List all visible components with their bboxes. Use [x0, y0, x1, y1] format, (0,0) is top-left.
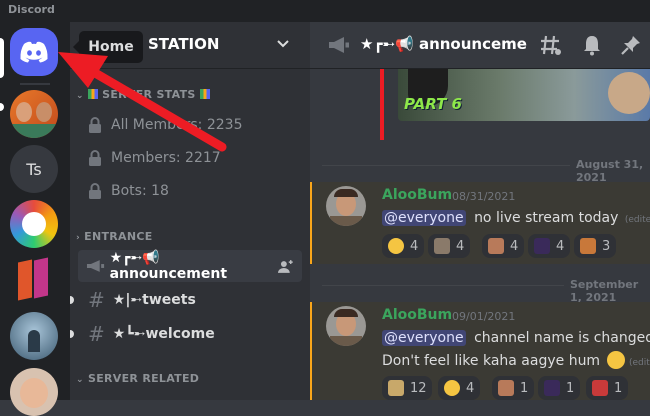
annotation-arrow [58, 52, 227, 152]
